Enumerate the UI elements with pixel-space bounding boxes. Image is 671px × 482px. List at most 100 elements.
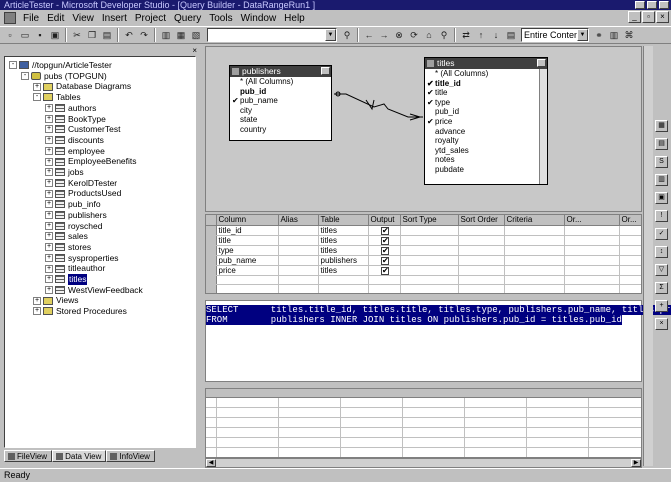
expand-icon[interactable]: + xyxy=(45,146,53,155)
publishers-column-row[interactable]: pub_id xyxy=(230,87,331,97)
grid-cell[interactable]: titles xyxy=(318,265,369,276)
add-table-icon[interactable]: + xyxy=(655,300,668,312)
grid-cell[interactable] xyxy=(564,284,620,293)
titles-scrollbar[interactable] xyxy=(539,69,547,184)
publishers-column-row[interactable]: state xyxy=(230,115,331,125)
sort-icon[interactable]: ↕ xyxy=(655,246,668,258)
grid-cell[interactable] xyxy=(619,275,641,286)
tree-table-sysproperties[interactable]: + sysproperties xyxy=(45,253,119,264)
grid-cell[interactable] xyxy=(400,275,459,286)
publishers-table-window[interactable]: publishers * (All Columns) pub_id ✔ pub_nam… xyxy=(229,65,332,141)
new-icon[interactable]: ▫ xyxy=(3,28,17,42)
tree-table-pub-info[interactable]: + pub_info xyxy=(45,199,101,210)
grid-cell[interactable] xyxy=(458,245,505,256)
mdi-restore-button[interactable]: ▫ xyxy=(642,11,655,23)
minimize-icon[interactable] xyxy=(321,67,330,75)
results-row[interactable] xyxy=(206,408,641,418)
expand-icon[interactable]: + xyxy=(45,157,53,166)
tree-table-employee[interactable]: + employee xyxy=(45,146,105,157)
remove-icon[interactable]: × xyxy=(655,318,668,330)
results-pane[interactable] xyxy=(205,388,642,458)
tree-table-jobs[interactable]: + jobs xyxy=(45,167,84,178)
minimize-icon[interactable] xyxy=(537,59,546,67)
collapse-icon[interactable]: - xyxy=(21,71,29,80)
tree-table-discounts[interactable]: + discounts xyxy=(45,135,104,146)
tree-folder-diagrams[interactable]: + Database Diagrams xyxy=(33,81,131,92)
grid-cell[interactable] xyxy=(368,275,401,286)
grid-cell[interactable]: pub_name xyxy=(216,255,279,266)
output-checkbox[interactable]: ✔ xyxy=(381,256,389,264)
titles-column-row[interactable]: advance xyxy=(425,127,547,137)
results-row[interactable] xyxy=(206,418,641,428)
home-icon[interactable]: ⌂ xyxy=(422,28,436,42)
expand-icon[interactable]: + xyxy=(45,136,53,145)
grid-header-cell[interactable]: Output xyxy=(368,215,401,226)
titles-column-row[interactable]: ✔ title_id xyxy=(425,79,547,89)
output-icon[interactable]: ▦ xyxy=(174,28,188,42)
expand-icon[interactable]: + xyxy=(45,243,53,252)
run-icon[interactable]: ! xyxy=(655,210,668,222)
grid-header-cell[interactable]: Sort Order xyxy=(458,215,505,226)
expand-icon[interactable]: + xyxy=(45,253,53,262)
output-checkbox[interactable]: ✔ xyxy=(427,117,434,127)
titles-window-title[interactable]: titles xyxy=(425,58,547,69)
mdi-minimize-button[interactable]: _ xyxy=(628,11,641,23)
grid-cell[interactable] xyxy=(400,265,459,276)
grid-cell[interactable] xyxy=(400,235,459,246)
expand-icon[interactable]: + xyxy=(45,264,53,273)
group-by-icon[interactable]: Σ xyxy=(655,282,668,294)
tree-table-titleauthor[interactable]: + titleauthor xyxy=(45,263,105,274)
results-row[interactable] xyxy=(206,448,641,457)
tree-table-stores[interactable]: + stores xyxy=(45,242,91,253)
grid-row[interactable]: type titles ✔ xyxy=(206,245,641,256)
expand-icon[interactable]: + xyxy=(45,211,53,220)
grid-cell[interactable] xyxy=(564,245,620,256)
grid-row[interactable]: price titles ✔ xyxy=(206,265,641,276)
verify-sql-icon[interactable]: ✓ xyxy=(655,228,668,240)
filter-icon[interactable]: ▽ xyxy=(655,264,668,276)
sql-line-from[interactable]: FROM publishers INNER JOIN titles ON pub… xyxy=(206,315,622,325)
grid-cell[interactable] xyxy=(564,265,620,276)
criteria-grid[interactable]: Column Alias Table Output Sort Type Sort… xyxy=(205,214,642,294)
expand-icon[interactable]: + xyxy=(45,178,53,187)
next-topic-icon[interactable]: ↓ xyxy=(489,28,503,42)
expand-icon[interactable]: + xyxy=(45,114,53,123)
titles-column-row[interactable]: pub_id xyxy=(425,107,547,117)
search-icon[interactable]: ⚲ xyxy=(437,28,451,42)
grid-cell[interactable] xyxy=(504,275,565,286)
contents-scope-combo[interactable]: Entire Contents ▼ xyxy=(521,28,589,42)
grid-cell[interactable] xyxy=(458,265,505,276)
output-checkbox[interactable]: ✔ xyxy=(381,226,389,234)
workspace-icon[interactable]: ▥ xyxy=(159,28,173,42)
tree-table-titles[interactable]: + titles xyxy=(45,274,88,285)
grid-cell[interactable]: titles xyxy=(318,245,369,256)
grid-cell[interactable] xyxy=(458,284,505,293)
grid-header-cell[interactable]: Or... xyxy=(564,215,620,226)
publishers-window-title[interactable]: publishers xyxy=(230,66,331,77)
menu-project[interactable]: Project xyxy=(131,13,170,24)
menu-insert[interactable]: Insert xyxy=(98,13,131,24)
mdi-close-button[interactable]: × xyxy=(656,11,669,23)
grid-cell[interactable] xyxy=(619,245,641,256)
save-icon[interactable]: ▪ xyxy=(33,28,47,42)
change-type-icon[interactable]: ▣ xyxy=(655,192,668,204)
grid-cell[interactable]: ✔ xyxy=(368,245,401,256)
grid-cell[interactable] xyxy=(504,245,565,256)
tree-folder-views[interactable]: + Views xyxy=(33,295,79,306)
output-checkbox[interactable]: ✔ xyxy=(427,79,434,89)
grid-cell[interactable]: titles xyxy=(318,225,369,236)
grid-cell[interactable]: ✔ xyxy=(368,255,401,266)
scroll-right-button[interactable]: ▶ xyxy=(631,459,641,467)
results-row[interactable] xyxy=(206,398,641,408)
data-view-tree[interactable]: -//topgun/ArticleTester - pubs (TOPGUN) + Da… xyxy=(4,56,196,448)
back-icon[interactable]: ← xyxy=(362,28,376,42)
binoculars-icon[interactable]: ⚭ xyxy=(592,28,606,42)
tree-table-publishers[interactable]: + publishers xyxy=(45,210,107,221)
grid-cell[interactable] xyxy=(368,284,401,293)
tree-folder-procs[interactable]: + Stored Procedures xyxy=(33,306,127,317)
grid-cell[interactable] xyxy=(458,275,505,286)
grid-cell[interactable] xyxy=(504,225,565,236)
grid-header-cell[interactable]: Criteria xyxy=(504,215,565,226)
menu-edit[interactable]: Edit xyxy=(43,13,68,24)
grid-cell[interactable] xyxy=(619,284,641,293)
